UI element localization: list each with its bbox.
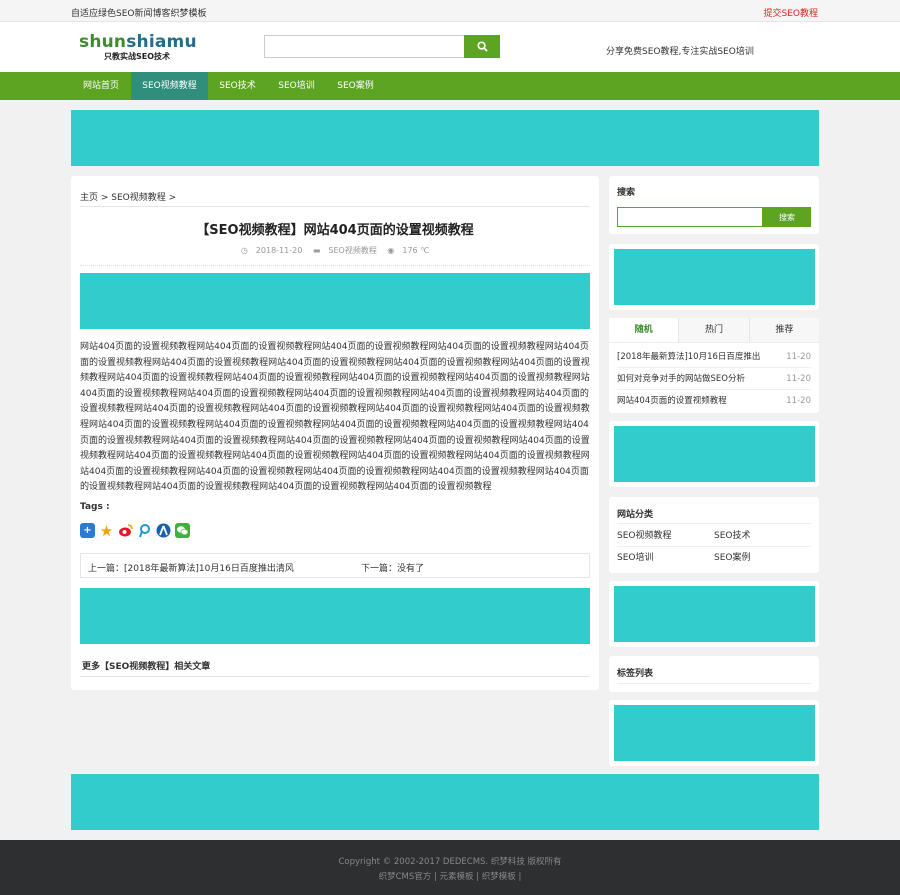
sidebar-search-button[interactable]: 搜索 [763,207,811,227]
logo-text-part2: shiamu [126,32,197,52]
search-icon [476,41,488,52]
categories-list: SEO视频教程 SEO技术 SEO培训 SEO案例 [617,525,811,569]
header-search-button[interactable] [464,35,500,58]
sidebar-search-input[interactable] [617,207,763,227]
nav-item-seo-training[interactable]: SEO培训 [267,72,326,100]
renren-icon[interactable] [156,523,171,538]
list-item-title[interactable]: 如何对竞争对手的网站做SEO分析 [617,368,745,389]
sidebar-ad-2[interactable] [614,426,815,482]
category-seo-training[interactable]: SEO培训 [617,547,714,569]
article-top-ad[interactable] [80,273,590,329]
breadcrumb-divider [80,206,590,207]
logo-text-part1: shun [79,32,127,52]
article-meta: ◷ 2018-11-20 ▬ SEO视频教程 ◉ 176 ℃ [80,245,590,256]
share-bar: + ★ [80,522,190,540]
breadcrumb[interactable]: 主页 > SEO视频教程 > [80,190,176,203]
header-tagline: 分享免费SEO教程,专注实战SEO培训 [606,47,754,57]
list-item-title[interactable]: [2018年最新算法]10月16日百度推出 [617,346,760,367]
header-search [264,35,500,58]
sidebar-ad-1[interactable] [614,249,815,305]
prev-article-link[interactable]: 上一篇：[2018年最新算法]10月16日百度推出清风 [88,561,294,574]
prev-next-box: 上一篇：[2018年最新算法]10月16日百度推出清风 下一篇：没有了 [80,553,590,578]
weibo-icon[interactable] [118,523,133,538]
nav-item-seo-video[interactable]: SEO视频教程 [131,72,208,100]
list-item-date: 11-20 [786,374,811,384]
random-list: [2018年最新算法]10月16日百度推出 11-20 如何对竞争对手的网站做SE… [617,346,811,412]
related-articles-heading[interactable]: 更多【SEO视频教程】相关文章 [82,659,210,672]
nav-item-home[interactable]: 网站首页 [71,72,131,100]
favorite-star-icon[interactable]: ★ [99,522,114,540]
list-item[interactable]: 网站404页面的设置视频教程 11-20 [617,390,811,412]
tab-recommended[interactable]: 推荐 [750,318,819,342]
tags-label: Tags : [80,502,110,512]
article-views: 176 ℃ [402,246,430,255]
category-seo-video[interactable]: SEO视频教程 [617,525,714,546]
sidebar-ad-3[interactable] [614,586,815,642]
logo-slogan: 只教实战SEO技术 [104,52,171,61]
clock-icon: ◷ [240,246,248,255]
article-date: 2018-11-20 [255,246,303,255]
sidebar-tabs: 随机 热门 推荐 [609,318,819,343]
header-search-input[interactable] [264,35,464,58]
site-logo[interactable]: shunshiamu 只教实战SEO技术 [79,32,197,62]
sidebar-search: 搜索 [617,207,811,227]
nav-item-seo-cases[interactable]: SEO案例 [326,72,385,100]
top-bar: 自适应绿色SEO新闻博客织梦模板 提交SEO教程 [0,0,900,22]
categories-divider [617,523,811,524]
related-divider [80,676,590,677]
article-title: 【SEO视频教程】网站404页面的设置视频教程 [196,223,474,238]
list-item[interactable]: 如何对竞争对手的网站做SEO分析 11-20 [617,368,811,390]
sidebar-search-title: 搜索 [617,188,636,198]
footer-links[interactable]: 织梦CMS官方 | 元素模板 | 织梦模板 | [0,870,900,882]
tag-list-title: 标签列表 [617,669,654,679]
meta-divider [80,265,590,266]
eye-icon: ◉ [387,246,395,255]
site-description: 自适应绿色SEO新闻博客织梦模板 [71,9,207,19]
footer-copyright: Copyright © 2002-2017 DEDECMS. 织梦科技 版权所有 [338,857,562,867]
list-item[interactable]: [2018年最新算法]10月16日百度推出 11-20 [617,346,811,368]
folder-icon: ▬ [312,246,321,255]
tencent-weibo-icon[interactable] [137,523,152,538]
main-nav: 网站首页 SEO视频教程 SEO技术 SEO培训 SEO案例 [0,72,900,100]
share-more-icon[interactable]: + [80,523,95,538]
article-body: 网站404页面的设置视频教程网站404页面的设置视频教程网站404页面的设置视频… [80,342,590,493]
nav-item-seo-tech[interactable]: SEO技术 [208,72,267,100]
site-footer: Copyright © 2002-2017 DEDECMS. 织梦科技 版权所有… [0,840,900,895]
article-bottom-ad[interactable] [80,588,590,644]
list-item-title[interactable]: 网站404页面的设置视频教程 [617,390,727,412]
sidebar-ad-4[interactable] [614,705,815,761]
site-header: shunshiamu 只教实战SEO技术 分享免费SEO教程,专注实战SEO培训 [0,22,900,72]
next-article-link[interactable]: 下一篇：没有了 [361,561,424,574]
tab-hot[interactable]: 热门 [679,318,750,342]
categories-title: 网站分类 [617,510,654,520]
wechat-icon[interactable] [175,523,190,538]
article-category[interactable]: SEO视频教程 [328,246,376,255]
tag-list-divider [617,683,811,684]
list-item-date: 11-20 [786,396,811,406]
tab-random[interactable]: 随机 [609,318,680,342]
category-seo-cases[interactable]: SEO案例 [714,547,811,569]
submit-tutorial-link[interactable]: 提交SEO教程 [764,6,818,19]
bottom-ad-banner[interactable] [71,774,819,830]
category-seo-tech[interactable]: SEO技术 [714,525,811,546]
top-ad-banner[interactable] [71,110,819,166]
list-item-date: 11-20 [786,352,811,362]
